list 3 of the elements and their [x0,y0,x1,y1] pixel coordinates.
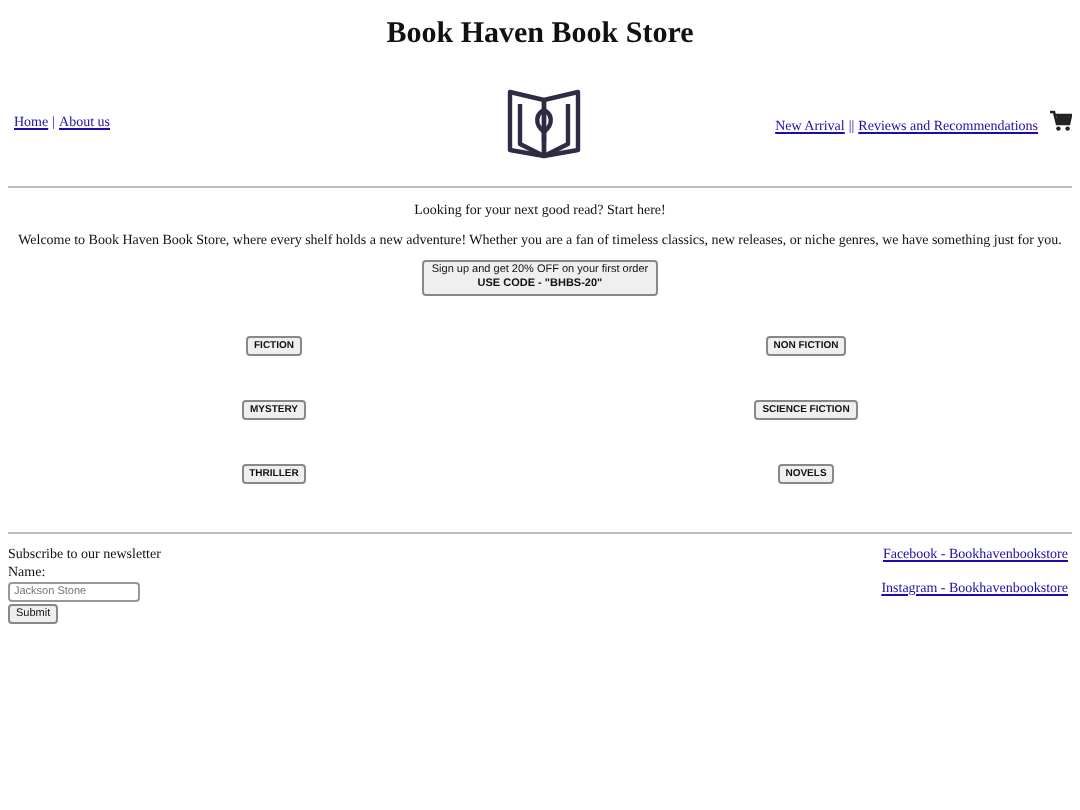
open-book-logo-icon [503,84,583,160]
store-title: Book Haven Book Store [384,16,696,52]
cart-icon[interactable] [1050,109,1072,131]
